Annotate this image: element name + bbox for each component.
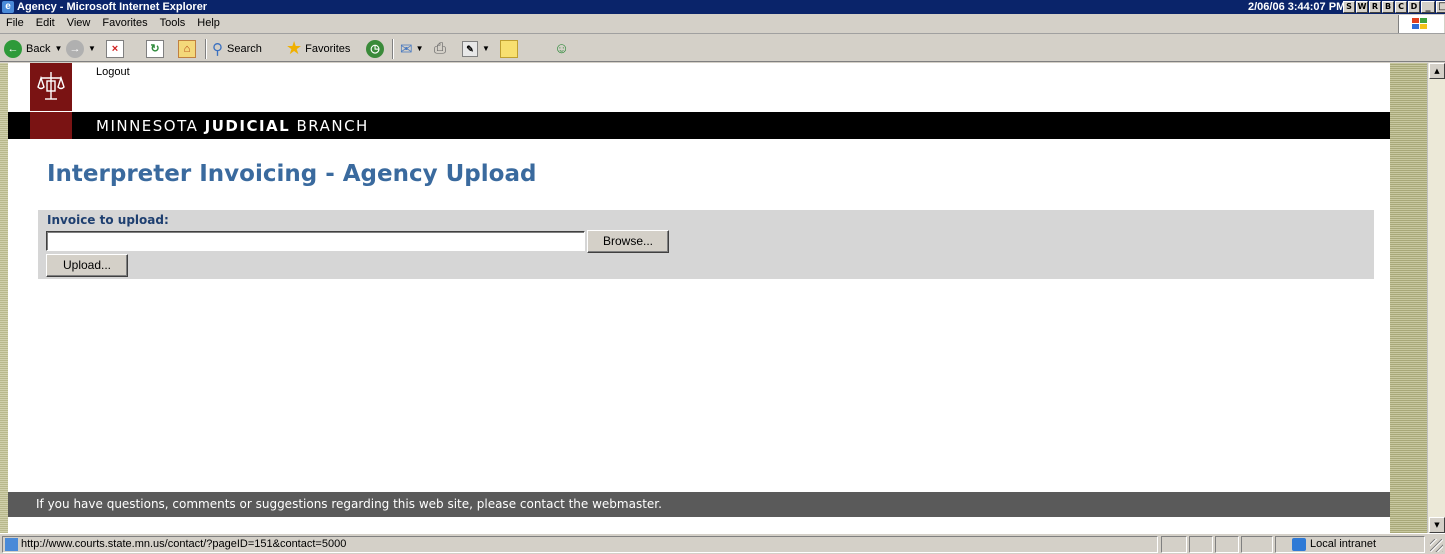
- resize-grip-icon[interactable]: [1430, 539, 1443, 552]
- logo-extension: [30, 112, 72, 139]
- window-title-bar: e Agency - Microsoft Internet Explorer 2…: [0, 0, 1445, 14]
- mail-icon: ✉: [400, 40, 413, 58]
- chevron-down-icon: ▼: [415, 44, 424, 53]
- home-button[interactable]: ⌂: [178, 38, 196, 59]
- forward-arrow-icon: →: [66, 39, 84, 58]
- header-top: Logout: [8, 63, 1390, 111]
- menu-edit[interactable]: Edit: [36, 17, 55, 29]
- scroll-up-icon[interactable]: ▲: [1429, 63, 1445, 79]
- scales-of-justice-icon: [37, 72, 65, 100]
- print-button[interactable]: ⎙: [434, 38, 446, 59]
- logout-link[interactable]: Logout: [96, 66, 130, 78]
- extra-button-b[interactable]: B: [1382, 1, 1394, 13]
- page-title: Interpreter Invoicing - Agency Upload: [47, 161, 537, 187]
- chevron-down-icon: ▼: [88, 44, 96, 53]
- menu-help[interactable]: Help: [197, 17, 220, 29]
- frame-border-left: [0, 63, 8, 533]
- extra-button-w[interactable]: W: [1356, 1, 1368, 13]
- messenger-icon: ☺: [554, 40, 570, 57]
- status-cell: [1241, 536, 1273, 553]
- brand-name: MINNESOTA JUDICIAL BRANCH: [96, 117, 369, 135]
- invoice-upload-label: Invoice to upload:: [47, 213, 169, 227]
- window-title: Agency - Microsoft Internet Explorer: [17, 1, 208, 13]
- history-icon: ◷: [366, 39, 384, 58]
- search-icon: ⚲: [212, 40, 223, 58]
- back-button[interactable]: ← Back ▼: [4, 38, 62, 59]
- extra-button-c[interactable]: C: [1395, 1, 1407, 13]
- page-icon: [5, 538, 18, 551]
- favorites-star-icon: ★: [286, 38, 303, 58]
- maximize-icon[interactable]: □: [1436, 1, 1445, 13]
- menu-tools[interactable]: Tools: [160, 17, 186, 29]
- title-bar-buttons: S W R B C D _ □ ×: [1343, 1, 1445, 13]
- browser-viewport: ▲ ▼ Logout MINNESOTA JUDICIAL BRANCH Int…: [0, 63, 1445, 533]
- menu-view[interactable]: View: [67, 17, 91, 29]
- upload-form: Invoice to upload: Browse... Upload...: [38, 210, 1374, 279]
- windows-flag-icon: [1412, 18, 1427, 29]
- minimize-icon[interactable]: _: [1421, 1, 1435, 13]
- toolbar: ← Back ▼ → ▼ × ↻ ⌂ ⚲ Search ★ Favorites …: [0, 35, 1445, 62]
- status-url: http://www.courts.state.mn.us/contact/?p…: [2, 536, 1158, 553]
- forward-button[interactable]: → ▼: [66, 38, 96, 59]
- status-cell: [1215, 536, 1239, 553]
- menu-file[interactable]: File: [6, 17, 24, 29]
- toolbar-separator: [392, 39, 394, 59]
- intranet-zone-icon: [1292, 538, 1306, 551]
- extra-button-d[interactable]: D: [1408, 1, 1420, 13]
- security-zone: Local intranet: [1275, 536, 1425, 553]
- court-logo[interactable]: [30, 63, 72, 111]
- upload-button[interactable]: Upload...: [46, 254, 128, 277]
- extra-button-r[interactable]: R: [1369, 1, 1381, 13]
- clock: 2/06/06 3:44:07 PM: [1248, 1, 1346, 13]
- home-icon: ⌂: [178, 39, 196, 58]
- mail-button[interactable]: ✉ ▼: [400, 38, 424, 59]
- print-icon: ⎙: [434, 40, 447, 57]
- chevron-down-icon: ▼: [482, 44, 490, 53]
- stop-icon: ×: [106, 39, 124, 58]
- edit-button[interactable]: ✎ ▼: [462, 38, 490, 59]
- menu-favorites[interactable]: Favorites: [102, 17, 147, 29]
- menu-bar: File Edit View Favorites Tools Help: [0, 14, 1445, 34]
- chevron-down-icon: ▼: [54, 44, 63, 53]
- web-page: Logout MINNESOTA JUDICIAL BRANCH Interpr…: [8, 63, 1390, 533]
- vertical-scrollbar[interactable]: ▲ ▼: [1427, 63, 1445, 533]
- footer-contact-text[interactable]: If you have questions, comments or sugge…: [36, 497, 662, 511]
- status-cell: [1161, 536, 1187, 553]
- refresh-icon: ↻: [146, 39, 164, 58]
- note-icon: [500, 39, 518, 58]
- toolbar-separator: [205, 39, 207, 59]
- notes-button[interactable]: [500, 38, 518, 59]
- edit-icon: ✎: [462, 40, 478, 57]
- stop-button[interactable]: ×: [106, 38, 124, 59]
- status-bar: http://www.courts.state.mn.us/contact/?p…: [0, 533, 1445, 554]
- scroll-down-icon[interactable]: ▼: [1429, 517, 1445, 533]
- history-button[interactable]: ◷: [366, 38, 384, 59]
- page-footer: If you have questions, comments or sugge…: [8, 492, 1390, 517]
- status-cell: [1189, 536, 1213, 553]
- back-arrow-icon: ←: [4, 39, 22, 58]
- refresh-button[interactable]: ↻: [146, 38, 164, 59]
- frame-border-right: [1390, 63, 1427, 533]
- browse-button[interactable]: Browse...: [587, 230, 669, 253]
- file-path-input[interactable]: [46, 231, 585, 251]
- ie-window-icon[interactable]: e: [2, 1, 14, 13]
- windows-logo: [1398, 15, 1444, 33]
- favorites-button[interactable]: ★ Favorites: [286, 38, 350, 59]
- search-button[interactable]: ⚲ Search: [212, 38, 262, 59]
- extra-button-s[interactable]: S: [1343, 1, 1355, 13]
- messenger-button[interactable]: ☺: [554, 38, 569, 59]
- brand-bar: MINNESOTA JUDICIAL BRANCH: [8, 112, 1390, 139]
